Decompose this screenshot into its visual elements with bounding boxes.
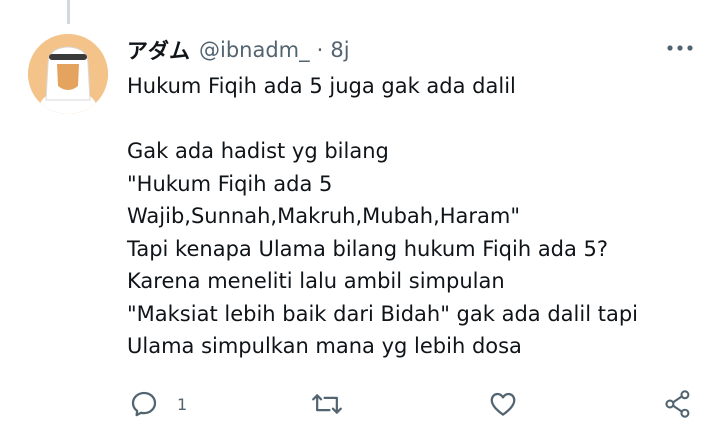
tweet-text-line: Tapi kenapa Ulama bilang hukum Fiqih ada… <box>127 236 609 261</box>
reply-icon <box>131 391 157 417</box>
share-button[interactable] <box>664 386 692 422</box>
like-button[interactable] <box>488 386 518 422</box>
separator-dot: · <box>316 38 324 62</box>
tweet-actions: 1 <box>0 386 720 422</box>
more-horizontal-icon <box>667 45 693 51</box>
share-icon <box>665 390 690 418</box>
avatar-illustration <box>28 34 108 114</box>
retweet-button[interactable] <box>311 386 343 422</box>
tweet-text-line: Karena meneliti lalu ambil simpulan <box>127 269 505 293</box>
tweet-text-line: Wajib,Sunnah,Makruh,Mubah,Haram" <box>127 204 521 228</box>
tweet-text-line <box>127 103 707 136</box>
tweet-text-line: Ulama simpulkan mana yg lebih dosa <box>127 334 522 358</box>
reply-button[interactable]: 1 <box>129 386 187 422</box>
tweet-text-line: Gak ada hadist yg bilang <box>127 139 389 163</box>
tweet-text: Hukum Fiqih ada 5 juga gak ada dalil Gak… <box>127 70 707 363</box>
user-handle[interactable]: @ibnadm_ <box>199 38 310 62</box>
reply-count: 1 <box>177 394 188 414</box>
tweet-timestamp[interactable]: 8j <box>330 38 349 62</box>
retweet-icon <box>312 394 342 414</box>
tweet-header: アダム @ibnadm_ · 8j <box>127 34 350 66</box>
thread-line <box>67 0 70 24</box>
tweet-text-line: "Maksiat lebih baik dari Bidah" gak ada … <box>127 301 638 326</box>
avatar[interactable] <box>28 34 108 114</box>
heart-icon <box>490 392 516 416</box>
tweet-text-line: Hukum Fiqih ada 5 juga gak ada dalil <box>127 74 516 98</box>
display-name[interactable]: アダム <box>127 35 190 65</box>
tweet-text-line: "Hukum Fiqih ada 5 <box>127 171 333 196</box>
more-options-button[interactable] <box>664 36 696 60</box>
